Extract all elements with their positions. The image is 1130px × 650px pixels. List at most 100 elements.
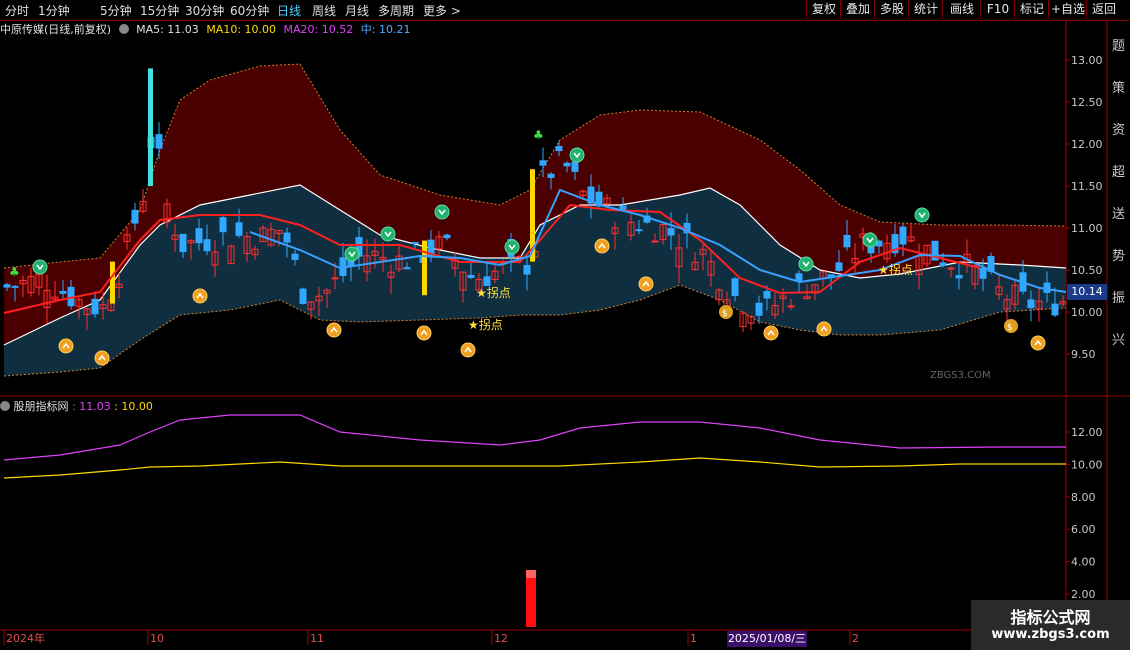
sell-signal-icon xyxy=(798,256,814,272)
buy-signal-icon xyxy=(460,342,476,358)
highlight-candle xyxy=(148,68,153,186)
candle-body xyxy=(155,134,163,149)
candle-body xyxy=(843,234,851,248)
site-watermark-title: 指标公式网 xyxy=(1010,608,1091,627)
candle-body xyxy=(483,276,491,286)
date-tick-label: 10 xyxy=(150,632,164,645)
right-edge-char: 策 xyxy=(1112,80,1125,96)
sub-tick-label: 4.00 xyxy=(1071,556,1096,569)
price-tick-label: 9.50 xyxy=(1071,348,1096,361)
candle-body xyxy=(523,265,531,275)
highlight-candle xyxy=(110,261,115,304)
candle-body xyxy=(403,267,411,270)
sub-title: 股朋指标网 xyxy=(13,400,69,413)
price-tick-label: 12.00 xyxy=(1071,138,1103,151)
buy-signal-icon xyxy=(58,338,74,354)
highlight-candle xyxy=(422,240,427,296)
right-edge-char: 资 xyxy=(1112,123,1125,138)
candle-body xyxy=(3,284,11,288)
money-bag-glyph: $ xyxy=(1007,323,1013,333)
stock-title: 中原传媒(日线,前复权) xyxy=(0,23,112,36)
price-tick-label: 10.00 xyxy=(1071,306,1103,319)
candle-body xyxy=(939,262,947,266)
price-tick-label: 13.00 xyxy=(1071,54,1103,67)
buy-signal-icon xyxy=(326,322,342,338)
settings-circle-icon[interactable] xyxy=(118,24,129,34)
candle-body xyxy=(1051,303,1059,316)
turning-point-label: ★拐点 xyxy=(476,285,511,300)
candle-body xyxy=(635,229,643,232)
candlestick-chart[interactable]: $ $ ♣ ♣ ★拐点 ★拐点 ★拐点 13.00 12.50 12.00 11.50 11.00 1… xyxy=(0,0,1130,650)
site-watermark: 指标公式网 www.zbgs3.com xyxy=(971,600,1130,650)
candle-body xyxy=(795,273,803,282)
right-edge-char: 送 xyxy=(1112,207,1125,222)
right-edge-char: 兴 xyxy=(1112,333,1125,348)
turning-point-label: ★拐点 xyxy=(878,262,913,277)
candle-body xyxy=(467,274,475,278)
candle-body xyxy=(235,222,243,236)
right-edge-char: 超 xyxy=(1112,165,1125,180)
candle-body xyxy=(979,267,987,279)
sub-tick-label: 8.00 xyxy=(1071,491,1096,504)
price-tick-label: 10.50 xyxy=(1071,264,1103,277)
sell-signal-icon xyxy=(344,246,360,262)
candle-body xyxy=(443,234,451,239)
sell-signal-icon xyxy=(504,239,520,255)
candle-body xyxy=(59,290,67,294)
sell-signal-icon xyxy=(380,226,396,242)
candle-body xyxy=(219,217,227,233)
candle-body xyxy=(571,161,579,172)
sub-legend: 股朋指标网 : 11.03 : 10.00 xyxy=(0,398,153,414)
candle-body xyxy=(411,242,419,245)
candle-body xyxy=(555,145,563,152)
buy-signal-icon xyxy=(594,238,610,254)
candle-body xyxy=(947,267,955,270)
main-legend: 中原传媒(日线,前复权) MA5: 11.03 MA10: 10.00 MA20… xyxy=(0,21,414,37)
buy-signal-icon xyxy=(94,350,110,366)
date-tick-label: 12 xyxy=(494,632,508,645)
candle-body xyxy=(899,226,907,245)
sub-settings-circle-icon[interactable] xyxy=(0,401,10,411)
candle-body xyxy=(331,277,339,280)
site-watermark-url: www.zbgs3.com xyxy=(991,627,1110,642)
candle-body xyxy=(763,290,771,299)
sub-magenta-line xyxy=(3,414,1066,461)
date-tick-label: 2024年 xyxy=(6,631,45,645)
chart-watermark: ZBGS3.COM xyxy=(930,370,991,381)
sell-signal-icon xyxy=(434,204,450,220)
buy-signal-icon xyxy=(816,321,832,337)
date-tick-label: 1 xyxy=(690,632,697,645)
buy-signal-icon xyxy=(638,276,654,292)
date-tick-label: 2 xyxy=(852,632,859,645)
right-edge-char: 振 xyxy=(1112,291,1125,306)
sell-signal-icon xyxy=(862,232,878,248)
legend-ma5: MA5: 11.03 xyxy=(136,23,199,36)
candle-body xyxy=(731,278,739,296)
turning-point-label: ★拐点 xyxy=(468,317,503,332)
candle-body xyxy=(755,302,763,316)
candle-body xyxy=(547,173,555,178)
highlighted-date: 2025/01/08/三 xyxy=(727,631,807,647)
money-bag-glyph: $ xyxy=(722,309,728,319)
candle-body xyxy=(299,288,307,304)
legend-ma10: MA10: 10.00 xyxy=(206,23,277,36)
sub-red-bar xyxy=(526,577,536,627)
candle-body xyxy=(283,232,291,243)
sub-value-1: : 11.03 xyxy=(72,400,111,413)
sub-value-2: : 10.00 xyxy=(114,400,153,413)
candle-body xyxy=(539,160,547,166)
legend-ma20: MA20: 10.52 xyxy=(283,23,354,36)
price-tick-label: 11.50 xyxy=(1071,180,1103,193)
candle-body xyxy=(179,233,187,253)
sub-tick-label: 6.00 xyxy=(1071,523,1096,536)
price-tick-label: 12.50 xyxy=(1071,96,1103,109)
sub-yellow-line xyxy=(3,457,1066,479)
candle-body xyxy=(955,275,963,279)
candle-body xyxy=(11,285,19,288)
legend-mid: 中: 10.21 xyxy=(360,23,411,36)
candle-body xyxy=(291,253,299,260)
buy-signal-icon xyxy=(763,325,779,341)
sell-signal-icon xyxy=(32,259,48,275)
sell-signal-icon xyxy=(569,147,585,163)
runner-icon: ♣ xyxy=(9,265,20,279)
